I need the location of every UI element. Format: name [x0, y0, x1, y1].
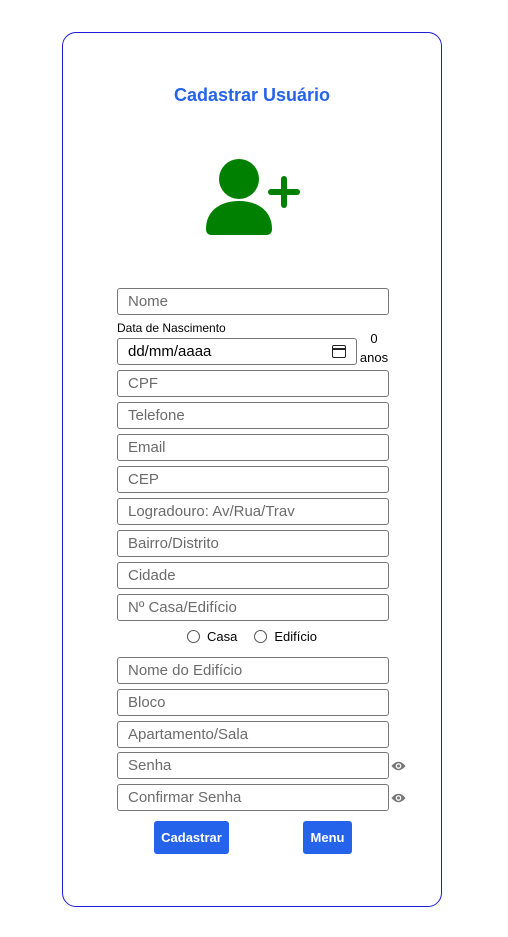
birthdate-value: dd/mm/aaaa	[128, 343, 212, 360]
district-input[interactable]	[117, 530, 389, 557]
block-input[interactable]	[117, 689, 389, 716]
eye-icon[interactable]	[391, 792, 406, 804]
cep-input[interactable]	[117, 466, 389, 493]
birthdate-label: Data de Nascimento	[117, 321, 226, 335]
name-input[interactable]	[117, 288, 389, 315]
phone-input[interactable]	[117, 402, 389, 429]
radio-edificio-label[interactable]: Edifício	[274, 629, 317, 644]
email-input[interactable]	[117, 434, 389, 461]
radio-casa-label[interactable]: Casa	[207, 629, 237, 644]
radio-casa[interactable]	[187, 630, 200, 643]
eye-icon[interactable]	[391, 760, 406, 772]
menu-button[interactable]: Menu	[303, 821, 352, 854]
cpf-input[interactable]	[117, 370, 389, 397]
radio-edificio[interactable]	[254, 630, 268, 643]
add-user-icon	[206, 159, 300, 235]
building-name-input[interactable]	[117, 657, 389, 684]
age-display: 0 anos	[359, 329, 389, 367]
age-value: 0	[370, 331, 378, 346]
register-button[interactable]: Cadastrar	[154, 821, 229, 854]
calendar-icon[interactable]	[332, 345, 346, 358]
age-unit: anos	[359, 350, 389, 365]
page-title: Cadastrar Usuário	[173, 85, 331, 105]
register-card: Cadastrar Usuário Data de Nascimento dd/…	[62, 32, 442, 907]
street-input[interactable]	[117, 498, 389, 525]
confirm-password-input[interactable]	[117, 784, 389, 811]
residence-type-group: Casa Edifício	[187, 629, 334, 644]
password-input[interactable]	[117, 752, 389, 779]
city-input[interactable]	[117, 562, 389, 589]
apartment-input[interactable]	[117, 721, 389, 748]
house-number-input[interactable]	[117, 594, 389, 621]
birthdate-input[interactable]: dd/mm/aaaa	[117, 338, 357, 365]
